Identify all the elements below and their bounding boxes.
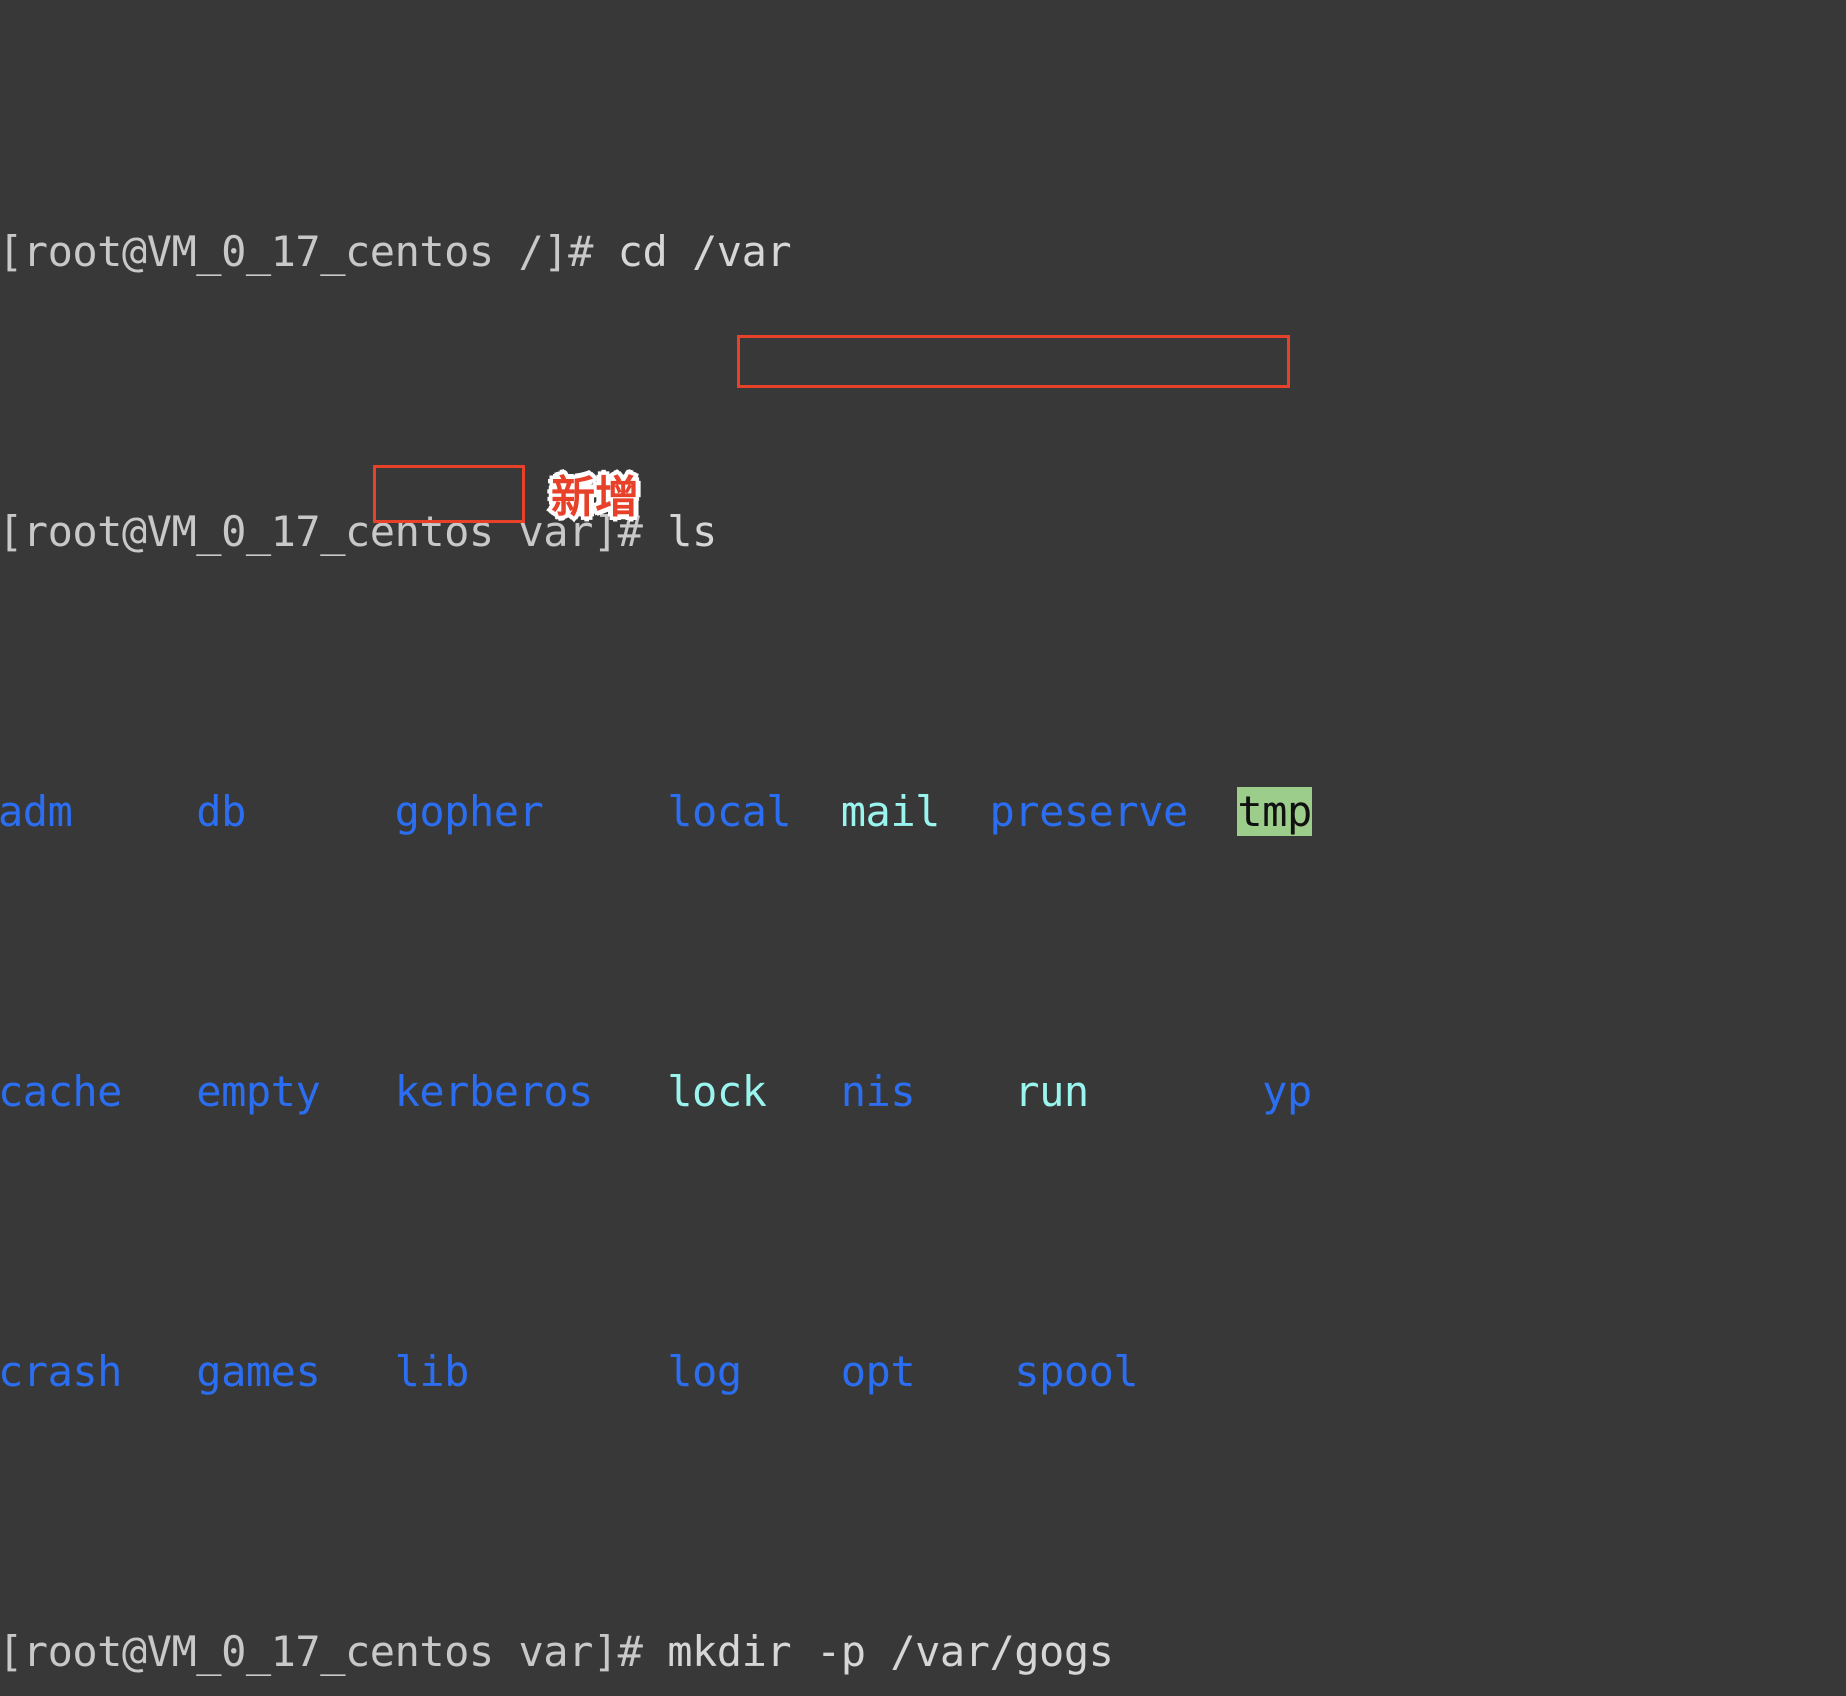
terminal-screen[interactable]: [root@VM_0_17_centos /]# cd /var [root@V… <box>0 0 1846 1676</box>
ls-entry-log: log <box>667 1347 742 1396</box>
ls-entry-mail: mail <box>840 787 941 836</box>
ls-entry-db: db <box>196 787 246 836</box>
shell-prompt: [root@VM_0_17_centos var]# <box>0 1627 668 1676</box>
terminal-line-2: [root@VM_0_17_centos var]# ls <box>0 504 1846 560</box>
ls-entry-empty: empty <box>196 1067 321 1116</box>
terminal-line-1: [root@VM_0_17_centos /]# cd /var <box>0 224 1846 280</box>
ls-entry-tmp: tmp <box>1237 787 1312 836</box>
ls-entry-run: run <box>1014 1067 1089 1116</box>
ls-output-row-2: cache empty kerberos lock nis run yp <box>0 1064 1846 1120</box>
shell-prompt: [root@VM_0_17_centos /]# <box>0 227 618 276</box>
ls-entry-crash: crash <box>0 1347 122 1396</box>
ls-entry-adm: adm <box>0 787 73 836</box>
ls-entry-lib: lib <box>394 1347 470 1396</box>
ls-entry-spool: spool <box>1014 1347 1139 1396</box>
ls-entry-games: games <box>196 1347 321 1396</box>
ls-output-row-1: adm db gopher local mail preserve tmp <box>0 784 1846 840</box>
command-mkdir: mkdir -p /var/gogs <box>667 1627 1114 1676</box>
ls-entry-yp: yp <box>1262 1067 1312 1116</box>
highlight-box-mkdir-command <box>737 335 1290 388</box>
ls-entry-kerberos: kerberos <box>394 1067 594 1116</box>
ls-entry-gopher: gopher <box>394 787 544 836</box>
ls-entry-cache: cache <box>0 1067 122 1116</box>
command-ls-first: ls <box>667 507 717 556</box>
ls-entry-lock: lock <box>667 1067 767 1116</box>
annotation-label-xinzeng: 新增 <box>548 470 643 525</box>
ls-entry-opt: opt <box>840 1347 916 1396</box>
ls-entry-preserve: preserve <box>989 787 1189 836</box>
ls-entry-local: local <box>667 787 792 836</box>
ls-entry-nis: nis <box>840 1067 916 1116</box>
terminal-line-mkdir: [root@VM_0_17_centos var]# mkdir -p /var… <box>0 1624 1846 1680</box>
ls-output-row-3: crash games lib log opt spool <box>0 1344 1846 1400</box>
annotation-text: 新增 <box>548 470 643 525</box>
command-cd: cd /var <box>617 227 792 276</box>
